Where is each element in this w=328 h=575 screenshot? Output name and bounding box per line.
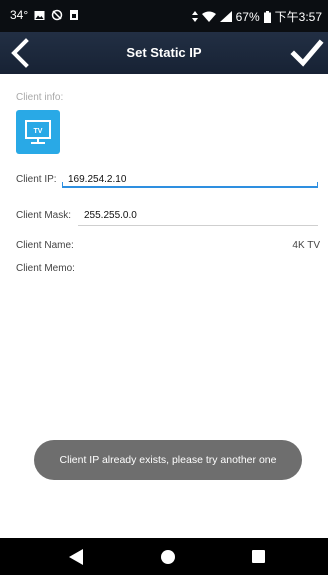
client-ip-label: Client IP: (16, 174, 57, 185)
nav-recents-icon[interactable] (252, 550, 265, 563)
checkmark-icon (290, 39, 324, 67)
tv-glyph: TV (25, 120, 51, 144)
title-bar: Set Static IP (0, 32, 328, 74)
battery-percent-text: 67% (235, 9, 260, 24)
tv-icon: TV (16, 110, 60, 154)
navigation-bar (0, 538, 328, 575)
wifi-icon (201, 11, 216, 22)
client-mask-label: Client Mask: (16, 210, 72, 221)
sync-disabled-icon (51, 9, 63, 21)
client-memo-label: Client Memo: (16, 263, 75, 274)
temperature-text: 34° (10, 8, 29, 22)
data-arrows-icon (191, 11, 198, 22)
client-mask-underline (78, 225, 318, 226)
client-info-label: Client info: (16, 92, 64, 103)
status-left: 34° (10, 8, 79, 22)
page-title: Set Static IP (126, 45, 202, 60)
client-name-value: 4K TV (292, 240, 320, 251)
client-ip-underline (62, 182, 318, 188)
nav-home-icon[interactable] (161, 550, 175, 564)
client-ip-field[interactable]: 169.254.2.10 (68, 174, 126, 185)
client-name-label: Client Name: (16, 240, 74, 251)
confirm-button[interactable] (290, 37, 324, 69)
battery-icon (263, 10, 271, 23)
tv-icon-text: TV (34, 128, 43, 135)
image-icon (34, 10, 45, 20)
status-right: 67% 下午3:57 (191, 8, 322, 25)
clock-text: 下午3:57 (274, 10, 322, 24)
nav-back-icon[interactable] (69, 549, 83, 565)
client-mask-field[interactable]: 255.255.0.0 (84, 210, 137, 221)
toast-message: Client IP already exists, please try ano… (34, 440, 302, 480)
save-icon (70, 10, 79, 20)
status-bar: 34° 67% 下午3:57 (0, 0, 328, 32)
signal-icon (219, 11, 232, 22)
content-area: Client info: TV Client IP: 169.254.2.10 … (0, 74, 328, 538)
